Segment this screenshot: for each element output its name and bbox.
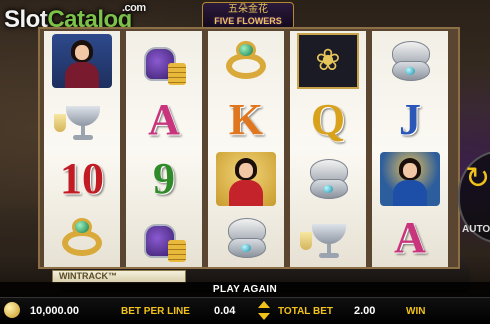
lady-red-part xyxy=(239,162,253,178)
reel-frame: 10 A9 K ❀ Q JA xyxy=(38,27,460,269)
win-label: WIN xyxy=(406,306,426,317)
card-symbol-10: 10 xyxy=(60,154,104,203)
bottom-control-panel: 10,000.00 BET PER LINE 0.04 TOTAL BET 2.… xyxy=(0,297,490,324)
jeweled-purse-coins-part xyxy=(168,62,186,85)
lady-purple-part xyxy=(65,61,99,88)
ice-bucket-champagne-part xyxy=(300,231,312,250)
reel-symbol: K xyxy=(208,90,284,149)
diamond-compact-part xyxy=(323,184,333,193)
total-bet-label: TOTAL BET xyxy=(278,306,333,317)
reel-symbol: J xyxy=(372,90,448,149)
gold-flower-icon: ❀ xyxy=(290,31,366,90)
jeweled-purse-coins-icon xyxy=(126,208,202,267)
bet-per-line-value: 0.04 xyxy=(214,305,236,317)
lady-red-icon xyxy=(208,149,284,208)
reel-symbol: 9 xyxy=(126,149,202,208)
reel-symbol: Q xyxy=(290,90,366,149)
card-symbol-j: J xyxy=(399,95,421,144)
jeweled-purse-coins-part xyxy=(168,239,186,262)
ice-bucket-champagne-part xyxy=(73,134,93,140)
diamond-compact-part xyxy=(241,243,251,252)
autospin-label: AUTOS xyxy=(462,224,490,235)
card-symbol-a: A xyxy=(148,95,180,144)
diamond-compact-icon xyxy=(290,149,366,208)
total-bet-value: 2.00 xyxy=(354,305,376,317)
diamond-compact-icon xyxy=(208,208,284,267)
reel-symbol: 10 xyxy=(44,149,120,208)
lady-purple-part xyxy=(52,33,112,88)
diamond-compact-icon xyxy=(372,31,448,90)
lady-red-part xyxy=(229,179,263,206)
ice-bucket-champagne-icon xyxy=(290,208,366,267)
game-logo: 五朵金花 FIVE FLOWERS xyxy=(202,2,294,30)
jeweled-purse-coins-part xyxy=(140,37,188,85)
lady-red-part xyxy=(216,151,276,206)
emerald-ring-icon xyxy=(44,208,120,267)
bet-per-line-label: BET PER LINE xyxy=(121,306,190,317)
ice-bucket-champagne-icon xyxy=(44,90,120,149)
ice-bucket-champagne-part xyxy=(66,105,100,126)
decrease-bet-icon[interactable] xyxy=(258,313,270,320)
balance-coin-icon xyxy=(4,302,20,318)
reel-2: A9 xyxy=(126,31,202,267)
emerald-ring-part xyxy=(236,40,256,59)
diamond-compact-part xyxy=(388,39,432,83)
autospin-arrow-icon: ↻ xyxy=(465,162,490,195)
diamond-compact-part xyxy=(405,66,415,75)
reel-1: 10 xyxy=(44,31,120,267)
message-bar: PLAY AGAIN xyxy=(0,282,490,297)
reel-4: ❀ Q xyxy=(290,31,366,267)
reel-symbol: A xyxy=(372,208,448,267)
card-symbol-9: 9 xyxy=(153,154,175,203)
card-symbol-k: K xyxy=(228,95,264,144)
gold-flower-part: ❀ xyxy=(297,32,359,89)
emerald-ring-part xyxy=(72,217,92,236)
card-symbol-q: Q xyxy=(310,95,346,144)
emerald-ring-part xyxy=(58,217,106,258)
lady-deco-part xyxy=(393,179,427,206)
game-title-english: FIVE FLOWERS xyxy=(214,16,282,26)
ice-bucket-champagne-part xyxy=(312,223,346,244)
lady-purple-part xyxy=(75,44,89,60)
lady-deco-part xyxy=(403,162,417,178)
lady-deco-icon xyxy=(372,149,448,208)
watermark-com-text: .com xyxy=(122,2,146,14)
reel-3: K xyxy=(208,31,284,267)
ice-bucket-champagne-part xyxy=(319,252,339,258)
ice-bucket-champagne-part xyxy=(54,98,110,142)
jeweled-purse-coins-part xyxy=(140,214,188,262)
diamond-compact-part xyxy=(306,157,350,201)
increase-bet-icon[interactable] xyxy=(258,301,270,308)
lady-purple-icon xyxy=(44,31,120,90)
game-title-chinese: 五朵金花 xyxy=(228,4,268,15)
reel-5: JA xyxy=(372,31,448,267)
gold-flower-part: ❀ xyxy=(315,43,341,77)
lady-deco-part xyxy=(380,151,440,206)
diamond-compact-part xyxy=(224,216,268,260)
ice-bucket-champagne-part xyxy=(54,113,66,132)
ice-bucket-champagne-part xyxy=(300,216,356,260)
reel-symbol: A xyxy=(126,90,202,149)
card-symbol-a: A xyxy=(394,213,426,262)
bet-per-line-stepper[interactable] xyxy=(258,301,270,321)
emerald-ring-part xyxy=(222,40,270,81)
jeweled-purse-coins-icon xyxy=(126,31,202,90)
balance-value: 10,000.00 xyxy=(30,305,79,317)
emerald-ring-icon xyxy=(208,31,284,90)
